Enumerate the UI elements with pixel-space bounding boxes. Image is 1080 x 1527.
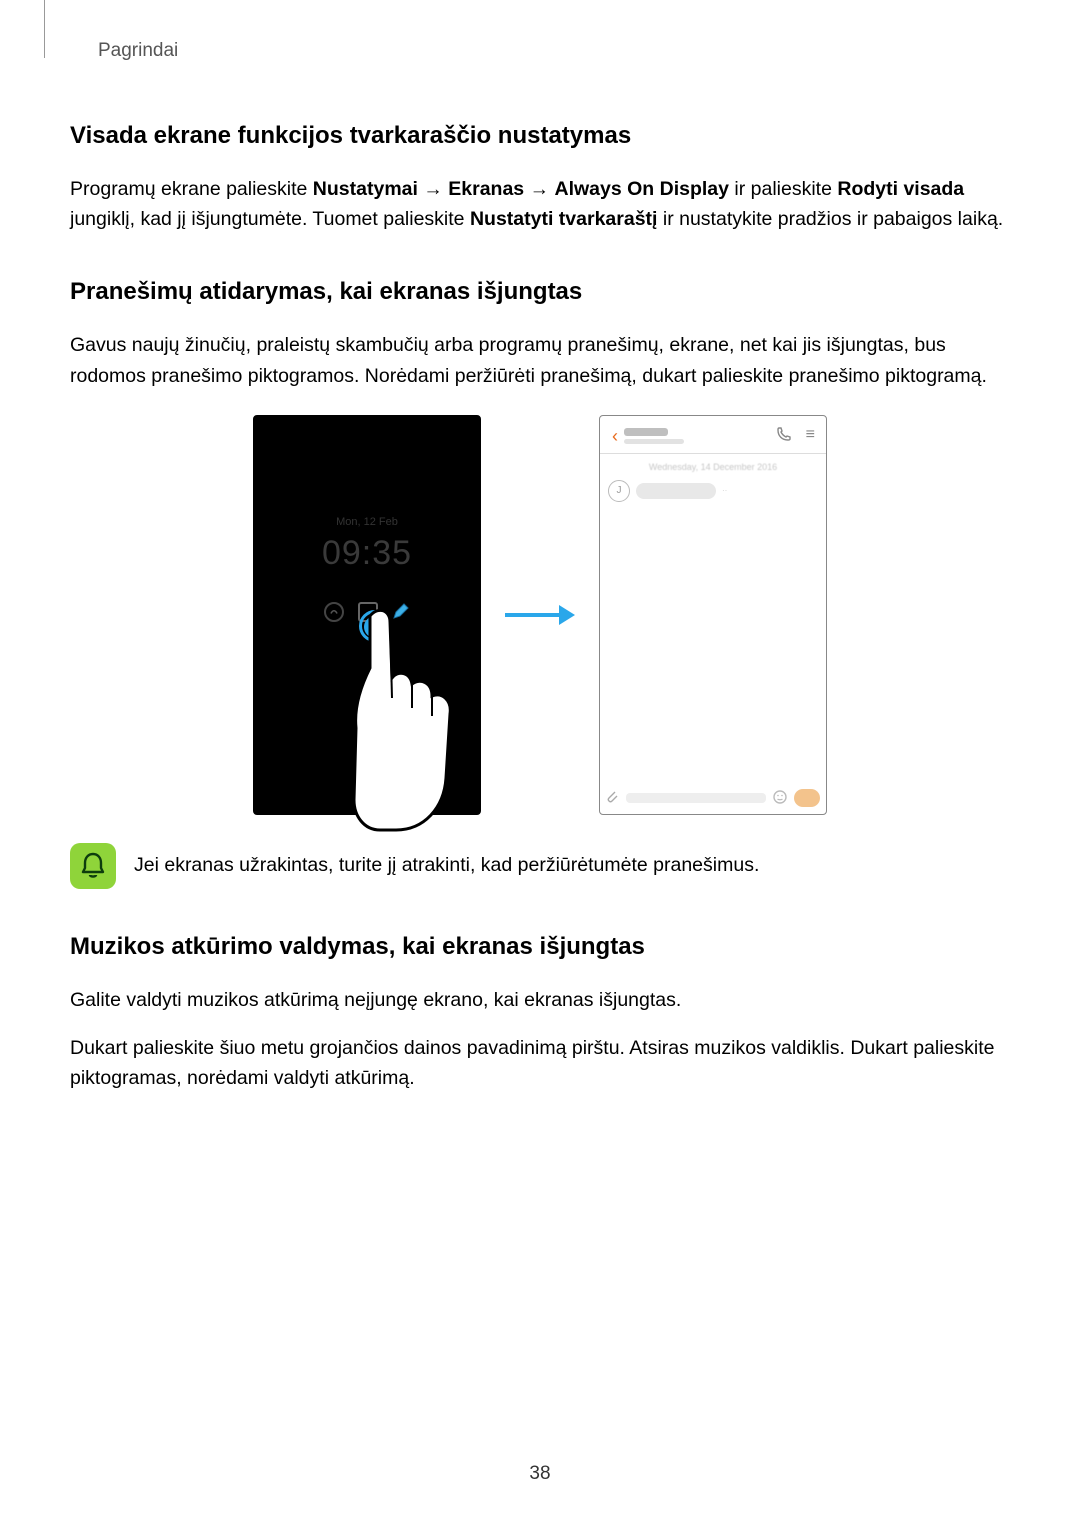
text: →	[524, 178, 554, 200]
text: jungiklį, kad jį išjungtumėte. Tuomet pa…	[70, 208, 470, 230]
chat-date: Wednesday, 14 December 2016	[600, 454, 826, 480]
note-text: Jei ekranas užrakintas, turite jį atraki…	[134, 851, 759, 880]
aod-time: 09:35	[254, 534, 480, 573]
chat-phone-mock: ‹ ≡ Wednesday, 14 December 2016 J ··	[599, 415, 827, 815]
text: ir palieskite	[729, 178, 837, 200]
emoji-icon	[772, 789, 788, 808]
chat-contact-name	[624, 428, 776, 444]
send-button	[794, 789, 820, 807]
chat-bubble	[636, 483, 716, 499]
chat-avatar: J	[608, 480, 630, 502]
section3-paragraph2: Dukart palieskite šiuo metu grojančios d…	[70, 1033, 1010, 1093]
text: ir nustatykite pradžios ir pabaigos laik…	[657, 208, 1003, 230]
section1-title: Visada ekrane funkcijos tvarkaraščio nus…	[70, 122, 1010, 150]
aod-phone-mock: Mon, 12 Feb 09:35	[253, 415, 481, 815]
aod-date: Mon, 12 Feb	[254, 516, 480, 528]
double-tap-indicator	[364, 604, 396, 636]
section1-paragraph: Programų ekrane palieskite Nustatymai → …	[70, 174, 1010, 234]
menu-icon: ≡	[806, 426, 814, 447]
section2-title: Pranešimų atidarymas, kai ekranas išjung…	[70, 278, 1010, 306]
attach-icon	[606, 790, 620, 807]
section3-paragraph1: Galite valdyti muzikos atkūrimą neįjungę…	[70, 985, 1010, 1015]
section2-paragraph: Gavus naujų žinučių, praleistų skambučių…	[70, 330, 1010, 390]
back-icon: ‹	[612, 426, 618, 447]
missed-call-icon	[324, 602, 344, 622]
phone-icon	[776, 426, 792, 447]
hand-icon	[350, 608, 520, 838]
text-bold: Rodyti visada	[837, 178, 964, 200]
bell-icon	[70, 843, 116, 889]
section3-title: Muzikos atkūrimo valdymas, kai ekranas i…	[70, 933, 1010, 961]
page-header: Pagrindai	[98, 40, 1010, 62]
figure-row: Mon, 12 Feb 09:35	[70, 415, 1010, 815]
text-bold: Nustatyti tvarkaraštį	[470, 208, 658, 230]
page-number: 38	[0, 1463, 1080, 1485]
text-bold: Ekranas	[448, 178, 524, 200]
chat-time: ··	[722, 486, 727, 495]
text-bold: Always On Display	[555, 178, 729, 200]
text: Programų ekrane palieskite	[70, 178, 313, 200]
note-row: Jei ekranas užrakintas, turite jį atraki…	[70, 843, 1010, 889]
arrow-right-icon	[505, 603, 575, 627]
text: →	[418, 178, 448, 200]
chat-input-bar	[606, 789, 820, 808]
text-bold: Nustatymai	[313, 178, 418, 200]
